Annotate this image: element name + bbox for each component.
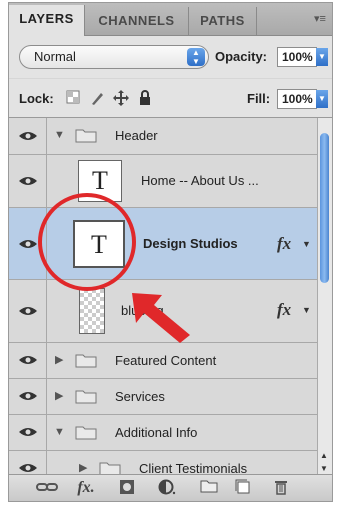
add-layer-mask-icon[interactable] xyxy=(117,479,137,497)
opacity-field[interactable]: 100% xyxy=(277,47,317,67)
lock-all-icon[interactable] xyxy=(137,90,153,106)
tab-paths[interactable]: PATHS xyxy=(189,7,257,35)
tab-channels[interactable]: CHANNELS xyxy=(85,7,189,35)
blend-mode-stepper-icon[interactable]: ▲ ▼ xyxy=(187,48,205,66)
folder-icon xyxy=(75,390,97,404)
visibility-cell[interactable] xyxy=(9,451,47,476)
collapse-triangle-icon[interactable]: ▶ xyxy=(79,461,87,474)
visibility-cell[interactable] xyxy=(9,118,47,154)
folder-icon xyxy=(75,129,97,143)
lock-row: Lock: Fill: 100% ▼ xyxy=(9,79,332,118)
visibility-cell[interactable] xyxy=(9,343,47,378)
layer-row-client-testimonials[interactable]: ▶ Client Testimonials xyxy=(9,451,320,476)
opacity-dropdown-icon[interactable]: ▼ xyxy=(316,48,328,66)
layer-name: Additional Info xyxy=(115,425,198,440)
eye-icon[interactable] xyxy=(18,354,38,366)
layer-row-home-about[interactable]: T Home -- About Us ... xyxy=(9,155,320,208)
layer-name: Design Studios xyxy=(143,236,238,251)
layer-row-header-group[interactable]: ▼ Header xyxy=(9,118,320,155)
folder-icon xyxy=(75,426,97,440)
expand-triangle-icon[interactable]: ▼ xyxy=(54,129,65,141)
new-layer-icon[interactable] xyxy=(233,479,253,497)
highlight-circle-annotation xyxy=(38,193,136,291)
panel-tab-bar: LAYERS CHANNELS PATHS ▾≡ xyxy=(9,3,332,36)
expand-triangle-icon[interactable]: ▼ xyxy=(54,426,65,438)
new-adjustment-layer-icon[interactable] xyxy=(155,479,179,497)
blend-row: Normal ▲ ▼ Opacity: 100% ▼ xyxy=(9,36,332,78)
folder-icon xyxy=(75,354,97,368)
tab-layers[interactable]: LAYERS xyxy=(9,5,85,36)
add-layer-style-icon[interactable]: fx. xyxy=(71,479,101,497)
layer-effects-icon[interactable]: fx xyxy=(277,234,291,254)
blend-mode-value: Normal xyxy=(34,49,76,64)
eye-icon[interactable] xyxy=(18,426,38,438)
layer-name: Featured Content xyxy=(115,353,217,368)
visibility-cell[interactable] xyxy=(9,155,47,207)
layer-name: Header xyxy=(115,128,158,143)
visibility-cell[interactable] xyxy=(9,379,47,414)
scroll-down-icon[interactable]: ▼ xyxy=(320,464,328,473)
panel-menu-icon[interactable]: ▾≡ xyxy=(312,12,328,26)
scroll-up-icon[interactable]: ▲ xyxy=(320,451,328,460)
layer-name: Services xyxy=(115,389,165,404)
lock-position-icon[interactable] xyxy=(113,90,129,106)
red-arrow-annotation xyxy=(132,293,190,343)
collapse-triangle-icon[interactable]: ▶ xyxy=(55,389,63,402)
visibility-cell[interactable] xyxy=(9,280,47,342)
layers-scrollbar[interactable]: ▲ ▼ xyxy=(317,118,332,476)
layer-row-additional-info[interactable]: ▼ Additional Info xyxy=(9,415,320,451)
collapse-triangle-icon[interactable]: ▶ xyxy=(55,353,63,366)
layer-effects-icon[interactable]: fx xyxy=(277,300,291,320)
layers-toolbar: fx. xyxy=(9,474,332,501)
eye-icon[interactable] xyxy=(18,130,38,142)
link-layers-icon[interactable] xyxy=(35,479,59,497)
layer-row-services[interactable]: ▶ Services xyxy=(9,379,320,415)
scroll-thumb[interactable] xyxy=(320,133,329,283)
layer-name: Home -- About Us ... xyxy=(141,173,259,188)
blend-mode-select[interactable]: Normal ▲ ▼ xyxy=(19,45,209,69)
pixel-layer-thumbnail xyxy=(79,288,105,334)
eye-icon[interactable] xyxy=(18,175,38,187)
fill-field[interactable]: 100% xyxy=(277,89,317,109)
eye-icon[interactable] xyxy=(18,305,38,317)
layer-row-featured-content[interactable]: ▶ Featured Content xyxy=(9,343,320,379)
opacity-label: Opacity: xyxy=(215,49,268,64)
eye-icon[interactable] xyxy=(18,462,38,474)
new-group-icon[interactable] xyxy=(199,479,219,497)
eye-icon[interactable] xyxy=(18,390,38,402)
fill-dropdown-icon[interactable]: ▼ xyxy=(316,90,328,108)
fill-label: Fill: xyxy=(247,91,271,106)
lock-image-pixels-icon[interactable] xyxy=(89,90,105,106)
visibility-cell[interactable] xyxy=(9,415,47,450)
lock-transparent-pixels-icon[interactable] xyxy=(65,90,81,106)
effects-expand-icon[interactable]: ▼ xyxy=(302,239,311,249)
effects-expand-icon[interactable]: ▼ xyxy=(302,305,311,315)
lock-label: Lock: xyxy=(19,91,54,106)
delete-layer-icon[interactable] xyxy=(271,479,291,497)
eye-icon[interactable] xyxy=(18,238,38,250)
